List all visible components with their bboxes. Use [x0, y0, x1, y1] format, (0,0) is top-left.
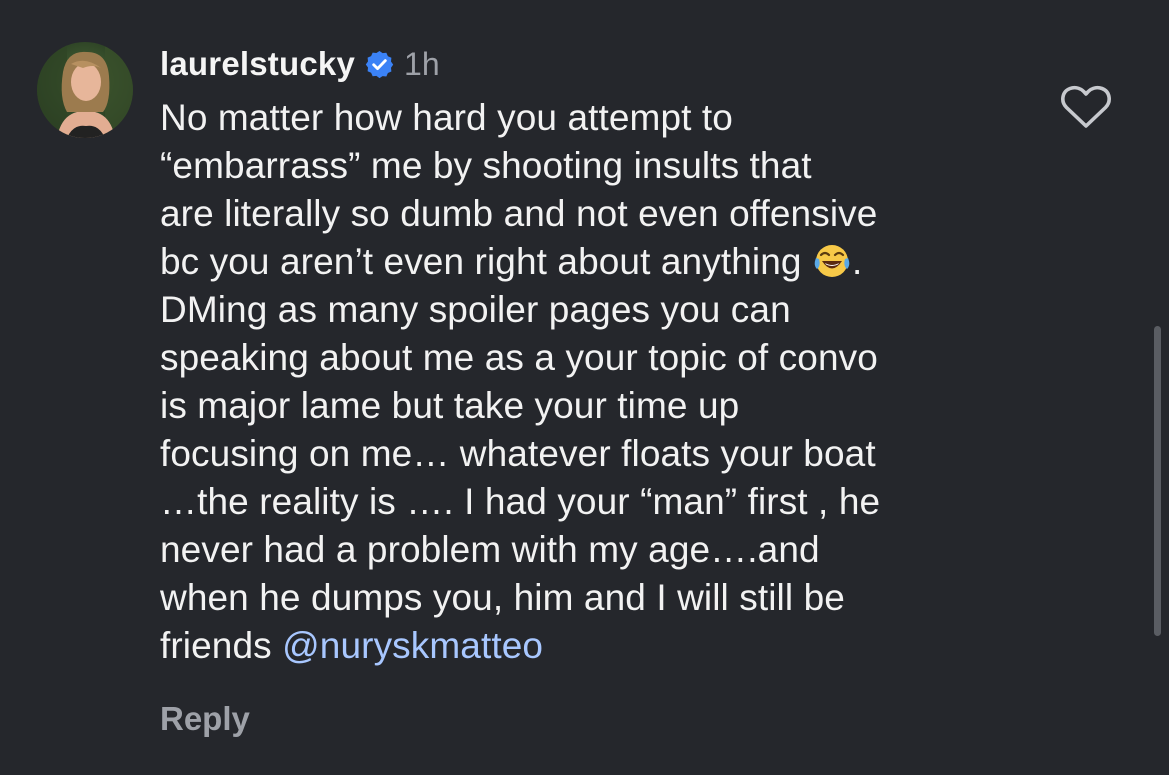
comment-screen: laurelstucky 1h No matter how hard you a…: [0, 0, 1169, 775]
timestamp: 1h: [404, 45, 440, 82]
laughing-emoji-icon: [812, 240, 852, 280]
comment-text: No matter how hard you attempt to “embar…: [160, 94, 1040, 670]
mention-link[interactable]: @nuryskmatteo: [282, 625, 543, 666]
heart-outline-icon: [1061, 85, 1111, 128]
avatar-image: [37, 42, 133, 138]
verified-badge-icon: [364, 49, 395, 80]
username[interactable]: laurelstucky: [160, 45, 355, 83]
comment-body: laurelstucky 1h No matter how hard you a…: [160, 42, 1040, 670]
avatar[interactable]: [37, 42, 133, 138]
scrollbar[interactable]: [1154, 326, 1161, 636]
reply-button[interactable]: Reply: [160, 700, 250, 738]
like-button[interactable]: [1060, 84, 1112, 130]
comment-text-part-2: . DMing as many spoiler pages you can sp…: [160, 241, 881, 666]
comment-meta: laurelstucky 1h: [160, 42, 1040, 86]
comment-text-part-1: No matter how hard you attempt to “embar…: [160, 97, 878, 282]
